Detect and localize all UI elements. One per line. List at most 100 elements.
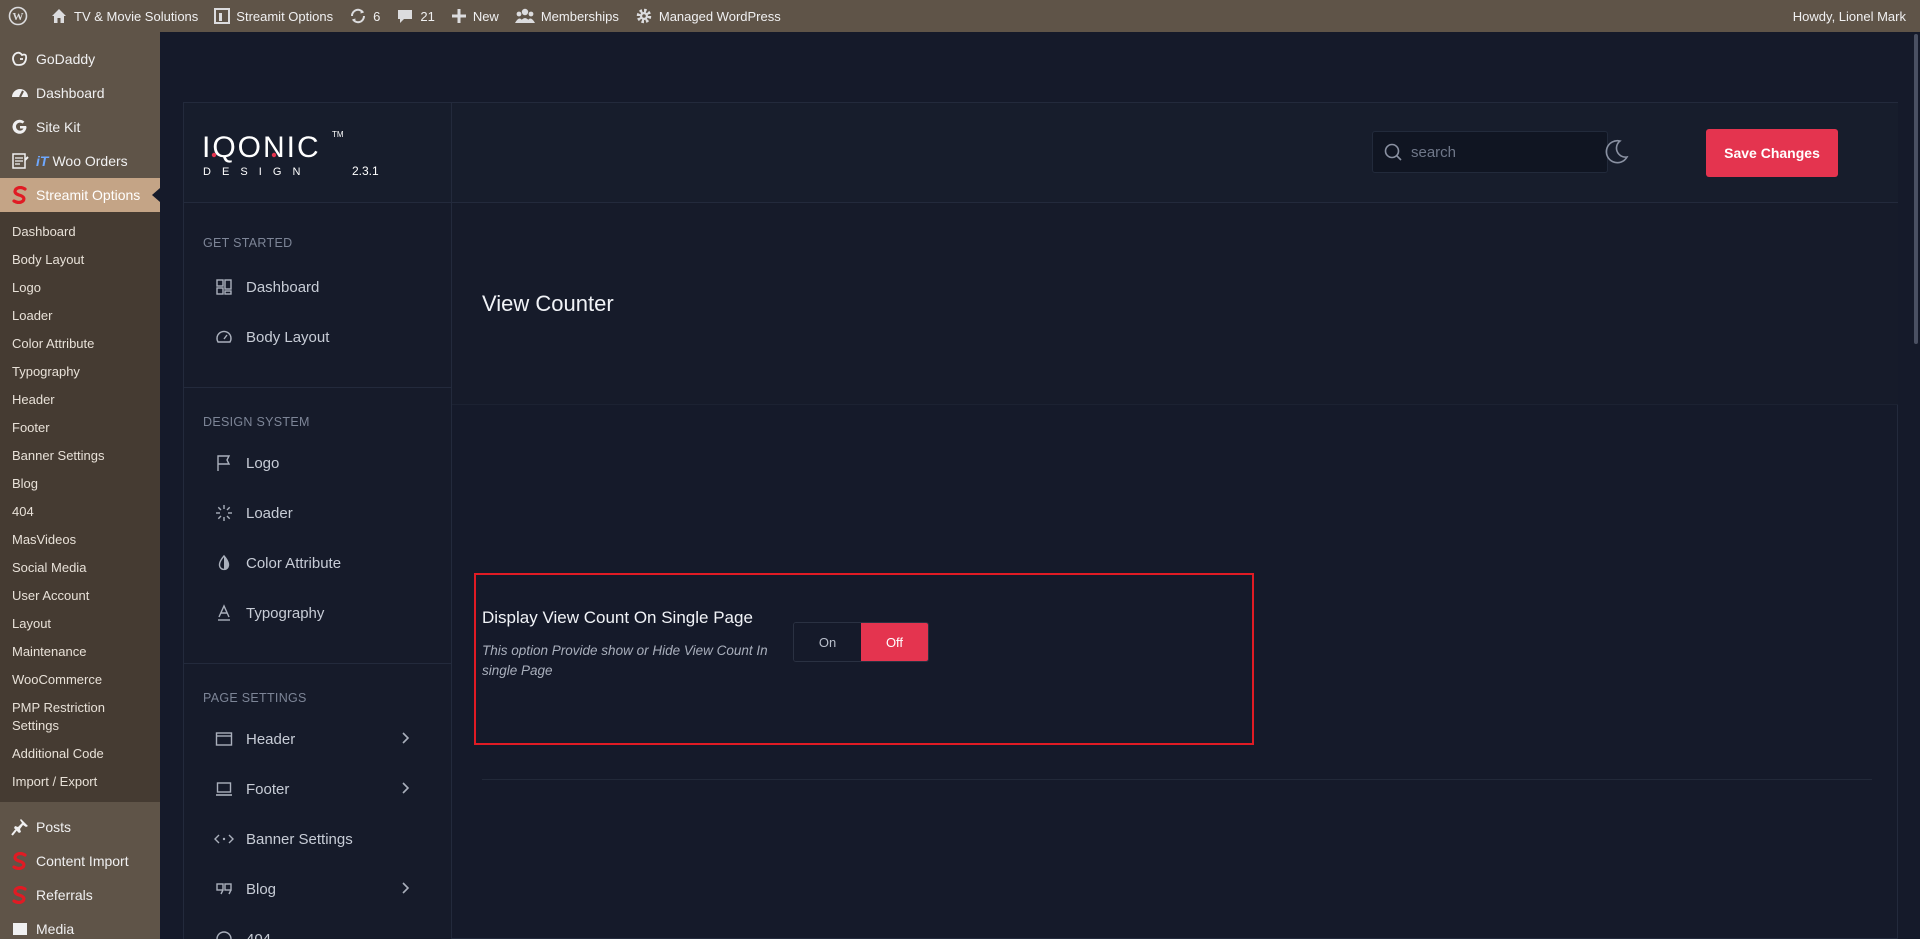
media-icon [10,919,30,939]
wp-submenu-item[interactable]: Import / Export [0,768,160,796]
wp-menu-label: Site Kit [36,119,81,135]
wp-submenu-item[interactable]: Banner Settings [0,442,160,470]
side-item-body-layout[interactable]: Body Layout [184,312,451,362]
side-item-color-attribute[interactable]: Color Attribute [184,538,451,588]
wp-submenu-item[interactable]: Typography [0,358,160,386]
wp-menu-streamit-options[interactable]: Streamit Options [0,178,160,212]
wp-submenu-item[interactable]: Logo [0,274,160,302]
wp-menu-woo-orders[interactable]: iT Woo Orders [0,144,160,178]
site-name-label: TV & Movie Solutions [74,8,199,24]
wp-menu-label: Streamit Options [36,187,141,203]
wp-menu-posts[interactable]: Posts [0,810,160,844]
wp-menu-label: GoDaddy [36,51,96,67]
side-item-loader[interactable]: Loader [184,488,451,538]
wp-submenu-item[interactable]: Body Layout [0,246,160,274]
contrast-icon [214,553,234,573]
woo-orders-icon [10,151,30,171]
streamit-icon [10,851,30,871]
it-badge-icon: iT [36,153,49,169]
updates-link[interactable]: 6 [341,0,388,32]
view-count-toggle[interactable]: On Off [793,622,929,662]
wp-submenu: Dashboard Body Layout Logo Loader Color … [0,212,160,802]
site-name-link[interactable]: TV & Movie Solutions [42,0,206,32]
brand-logo: IQONIC TM D E S I G N 2.3.1 [184,103,452,203]
google-icon [10,117,30,137]
memberships-link[interactable]: Memberships [507,0,627,32]
side-item-blog[interactable]: Blog [184,864,451,914]
side-item-typography[interactable]: Typography [184,588,451,638]
comments-count: 21 [420,8,435,24]
managed-wordpress-label: Managed WordPress [658,8,781,24]
wp-menu-label: Dashboard [36,85,105,101]
page-scrollbar-thumb[interactable] [1914,34,1918,344]
chevron-right-icon [402,732,410,744]
search-icon [1384,143,1402,161]
account-menu[interactable]: Howdy, Lionel Mark [1785,0,1920,32]
wp-menu-site-kit[interactable]: Site Kit [0,110,160,144]
search-input[interactable] [1411,143,1591,161]
save-changes-button[interactable]: Save Changes [1706,129,1838,177]
panel-topbar: Save Changes [452,103,1898,203]
wp-menu-dashboard[interactable]: Dashboard [0,76,160,110]
side-item-dashboard[interactable]: Dashboard [184,262,451,312]
side-item-label: Footer [246,780,290,798]
wp-submenu-item[interactable]: Additional Code [0,740,160,768]
side-item-404[interactable]: 404 [184,914,451,939]
section-title-get-started: GET STARTED [203,236,293,250]
page-header: View Counter [452,203,1898,405]
logo-tm: TM [332,130,344,139]
wp-menu-godaddy[interactable]: GoDaddy [0,42,160,76]
wp-menu-content-import[interactable]: Content Import [0,844,160,878]
quote-icon [214,879,234,899]
wp-menu-label: Referrals [36,887,93,903]
wp-submenu-item[interactable]: Blog [0,470,160,498]
side-item-header[interactable]: Header [184,714,451,764]
section-divider [482,779,1872,780]
wp-menu-media[interactable]: Media [0,912,160,939]
wp-logo-button[interactable]: W [0,0,42,32]
side-item-banner-settings[interactable]: Banner Settings [184,814,451,864]
wp-submenu-item[interactable]: Color Attribute [0,330,160,358]
wp-submenu-item[interactable]: WooCommerce [0,666,160,694]
toggle-on-button[interactable]: On [794,623,861,661]
search-box[interactable] [1372,131,1608,173]
wp-submenu-item[interactable]: Social Media [0,554,160,582]
memberships-label: Memberships [540,8,619,24]
laptop-icon [214,779,234,799]
wp-submenu-item[interactable]: 404 [0,498,160,526]
options-panel: IQONIC TM D E S I G N 2.3.1 Save Changes… [183,102,1898,939]
side-item-label: Typography [246,604,325,622]
wp-submenu-item[interactable]: Layout [0,610,160,638]
new-content-link[interactable]: New [443,0,507,32]
wp-menu-referrals[interactable]: Referrals [0,878,160,912]
home-icon [52,9,66,23]
toggle-off-button[interactable]: Off [861,623,928,661]
wp-submenu-item[interactable]: Footer [0,414,160,442]
managed-wordpress-link[interactable]: Managed WordPress [627,0,789,32]
side-item-label: Body Layout [246,328,330,346]
wordpress-icon: W [8,6,28,26]
window-icon [214,729,234,749]
side-item-logo[interactable]: Logo [184,438,451,488]
wp-submenu-item[interactable]: PMP Restriction Settings [0,694,160,740]
flag-icon [214,453,234,473]
howdy-label: Howdy, Lionel Mark [1792,8,1906,24]
comments-link[interactable]: 21 [388,0,442,32]
wp-submenu-item[interactable]: Dashboard [0,218,160,246]
wp-submenu-item[interactable]: Header [0,386,160,414]
spinner-icon [214,503,234,523]
wp-submenu-item[interactable]: User Account [0,582,160,610]
wp-admin-bar: W TV & Movie Solutions Streamit Options … [0,0,1920,32]
gear-icon [636,8,652,24]
streamit-bar-icon [214,8,231,24]
streamit-options-link[interactable]: Streamit Options [206,0,341,32]
side-item-footer[interactable]: Footer [184,764,451,814]
grid-icon [214,277,234,297]
wp-submenu-item[interactable]: Loader [0,302,160,330]
options-sidebar: GET STARTED Dashboard Body Layout DESIGN… [184,203,452,939]
wp-submenu-item[interactable]: MasVideos [0,526,160,554]
wp-submenu-item[interactable]: Maintenance [0,638,160,666]
moon-icon[interactable] [1601,137,1631,167]
updates-count: 6 [373,8,381,24]
comment-icon [398,10,413,23]
